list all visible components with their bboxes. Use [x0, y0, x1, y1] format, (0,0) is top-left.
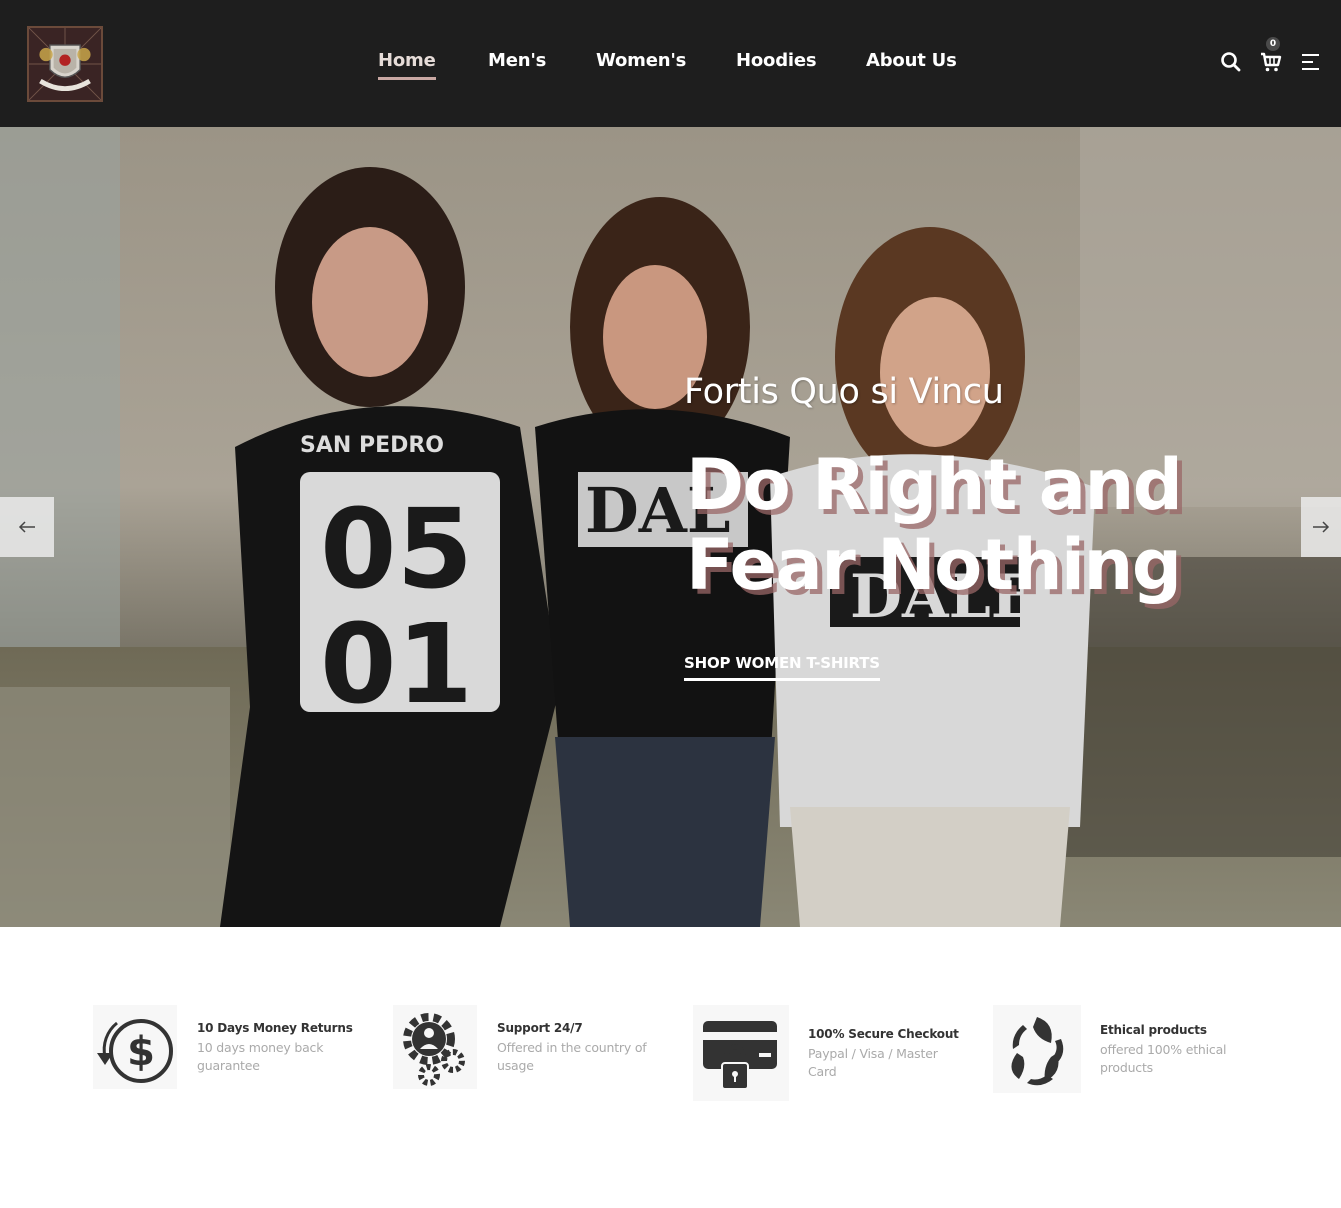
hero-subtitle: Fortis Quo si Vincu	[684, 372, 1004, 412]
search-icon[interactable]	[1219, 50, 1243, 74]
site-header: Home Men's Women's Hoodies About Us 0	[0, 0, 1341, 127]
brand-logo[interactable]	[27, 26, 103, 102]
feature-ethical: Ethical products offered 100% ethical pro…	[993, 1005, 1263, 1105]
feature-title: Ethical products	[1100, 1023, 1207, 1037]
menu-icon[interactable]	[1299, 50, 1323, 74]
slider-next-button[interactable]	[1301, 497, 1341, 557]
feature-title: Support 24/7	[497, 1021, 583, 1035]
hero-title-line-2: Fear Nothing	[686, 524, 1182, 606]
nav-about-us[interactable]: About Us	[866, 50, 957, 71]
svg-text:05: 05	[320, 485, 473, 613]
cart-count-badge: 0	[1266, 37, 1280, 51]
nav-hoodies[interactable]: Hoodies	[736, 50, 817, 71]
slider-prev-button[interactable]	[0, 497, 54, 557]
hero-title-line-1: Do Right and	[686, 444, 1183, 526]
svg-text:01: 01	[320, 600, 473, 728]
nav-mens[interactable]: Men's	[488, 50, 546, 71]
feature-money-returns: $ 10 Days Money Returns 10 days money ba…	[93, 1005, 363, 1105]
feature-desc: Paypal / Visa / Master Card	[808, 1046, 938, 1079]
feature-desc: offered 100% ethical products	[1100, 1042, 1227, 1075]
hero-title: Do Right and Fear Nothing	[686, 445, 1306, 605]
support-gears-icon	[393, 1005, 477, 1089]
feature-support: Support 24/7 Offered in the country of us…	[393, 1005, 663, 1105]
arrow-right-icon	[1313, 521, 1330, 533]
money-return-icon: $	[93, 1005, 177, 1089]
shop-women-tshirts-link[interactable]: SHOP WOMEN T-SHIRTS	[684, 654, 880, 681]
svg-text:SAN PEDRO: SAN PEDRO	[300, 433, 444, 458]
arrow-left-icon	[18, 521, 35, 533]
nav-womens[interactable]: Women's	[596, 50, 686, 71]
feature-title: 10 Days Money Returns	[197, 1021, 353, 1035]
cart-icon[interactable]	[1259, 50, 1283, 74]
hero-slider: SAN PEDRO 05 01 DAL DALE Fortis Quo si V…	[0, 127, 1341, 927]
secure-card-icon	[693, 1005, 789, 1101]
nav-home[interactable]: Home	[378, 50, 436, 80]
feature-desc: Offered in the country of usage	[497, 1040, 647, 1073]
feature-title: 100% Secure Checkout	[808, 1027, 959, 1041]
feature-desc: 10 days money back guarantee	[197, 1040, 324, 1073]
ethical-leaves-icon	[993, 1005, 1081, 1093]
svg-text:$: $	[127, 1029, 155, 1075]
feature-secure-checkout: 100% Secure Checkout Paypal / Visa / Mas…	[693, 1005, 963, 1105]
